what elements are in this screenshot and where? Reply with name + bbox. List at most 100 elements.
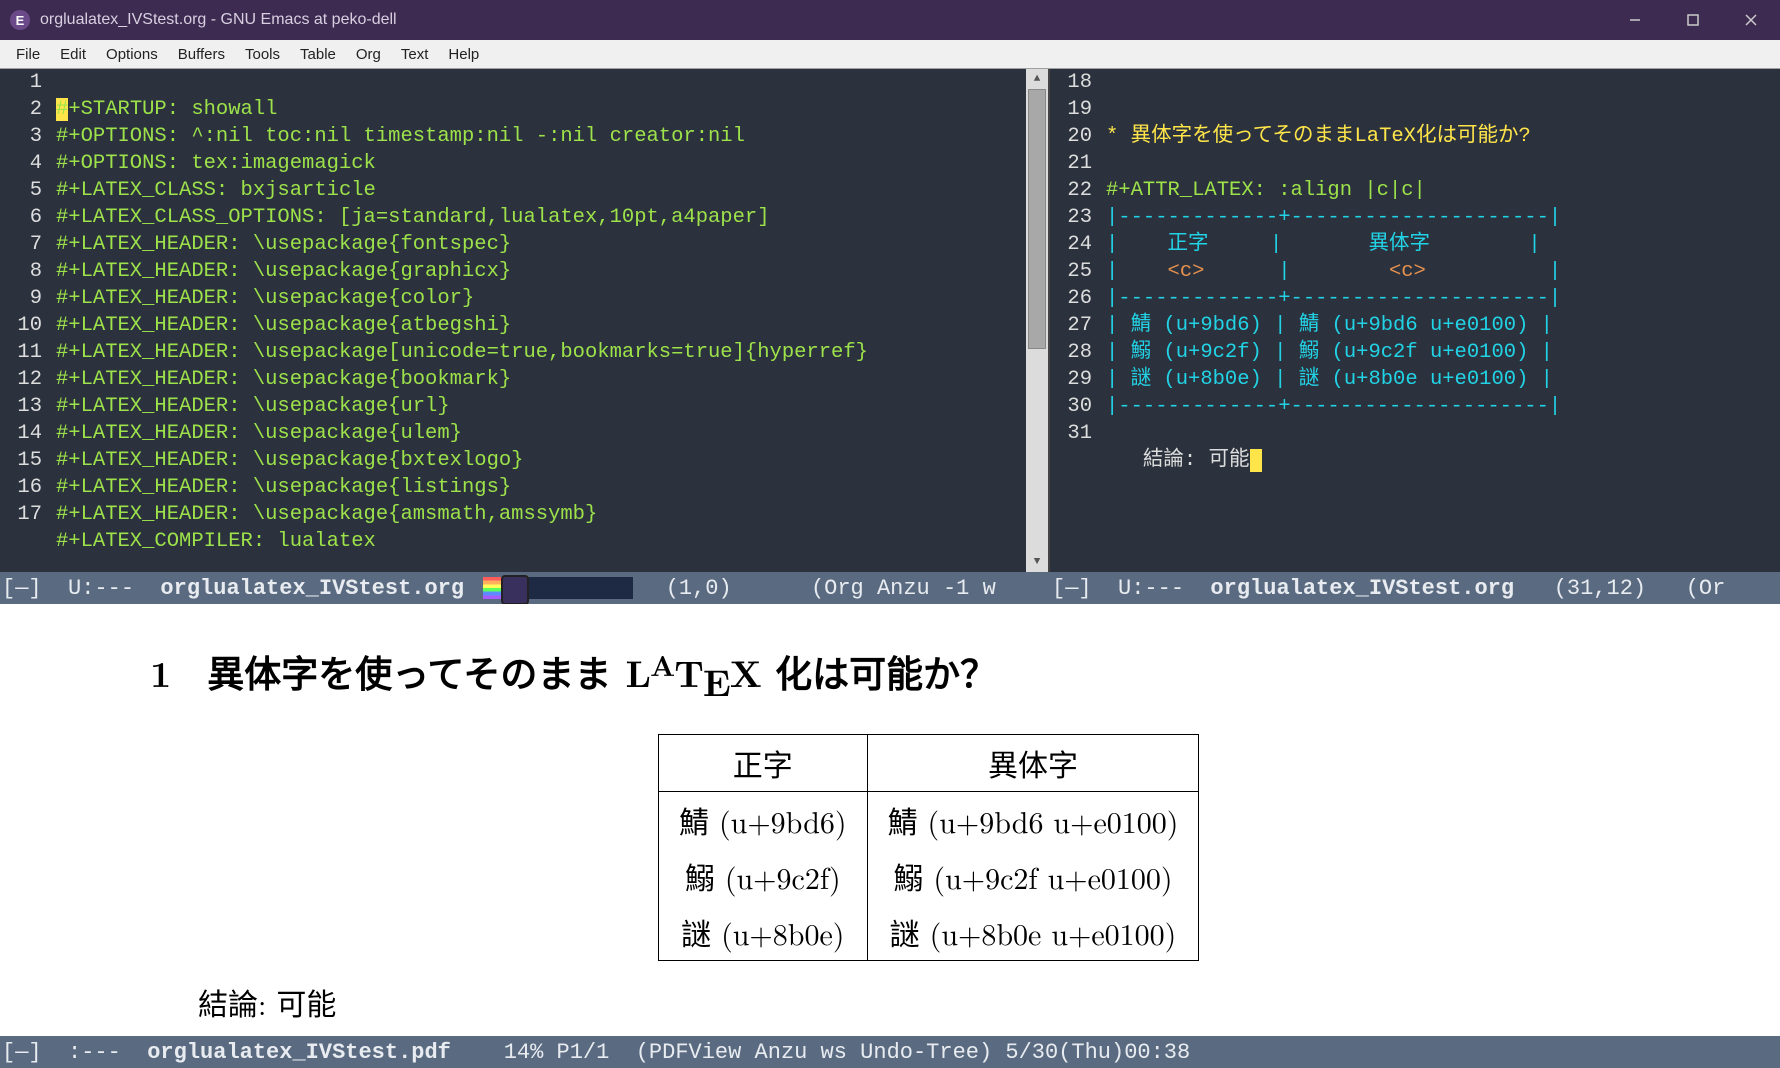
line-number: 30: [1050, 393, 1092, 420]
menu-file[interactable]: File: [6, 46, 50, 63]
scroll-thumb[interactable]: [1028, 89, 1046, 349]
code-line: #+OPTIONS: ^:nil toc:nil timestamp:nil -…: [56, 125, 745, 148]
menu-tools[interactable]: Tools: [235, 46, 290, 63]
modeline-filename: orglualatex_IVStest.org: [147, 576, 477, 601]
editor-text-left[interactable]: #+STARTUP: showall #+OPTIONS: ^:nil toc:…: [56, 69, 1026, 572]
menu-text[interactable]: Text: [391, 46, 439, 63]
table-row: 鰯 (u+9c2f)鰯 (u+9c2f u+e0100): [659, 848, 1199, 904]
code-line: [1106, 98, 1118, 121]
doc-heading: 1異体字を使ってそのまま LATEX 化は可能か？: [150, 644, 997, 698]
code-line: #+LATEX_HEADER: \usepackage{color}: [56, 287, 474, 310]
code-line: #+LATEX_HEADER: \usepackage{fontspec}: [56, 233, 511, 256]
code-line: #+LATEX_HEADER: \usepackage{bookmark}: [56, 368, 511, 391]
table-cell: 謎 (u+8b0e): [659, 904, 868, 961]
line-number: 3: [0, 123, 42, 150]
line-number: 8: [0, 258, 42, 285]
code-line: #+LATEX_HEADER: \usepackage{url}: [56, 395, 450, 418]
scroll-down-icon[interactable]: ▼: [1026, 552, 1048, 572]
line-number: 6: [0, 204, 42, 231]
modeline-pdf[interactable]: [—] :--- orglualatex_IVStest.pdf 14% P1/…: [0, 1036, 1780, 1068]
code-line: | 正字 | 異体字 |: [1106, 233, 1541, 256]
editor-pane-left[interactable]: 1 2 3 4 5 6 7 8 9 10 11 12 13 14 15 16 1…: [0, 69, 1050, 572]
code-line: | 鯖 (u+9bd6) | 鯖 (u+9bd6 u+e0100) |: [1106, 314, 1553, 337]
doc-conclusion: 結論: 可能: [198, 980, 336, 1024]
line-number: 16: [0, 474, 42, 501]
line-number: 4: [0, 150, 42, 177]
line-number: 9: [0, 285, 42, 312]
code-line: 結論: 可能: [1106, 449, 1262, 472]
line-number: 29: [1050, 366, 1092, 393]
scrollbar-left[interactable]: ▲ ▼: [1026, 69, 1048, 572]
editor-pane-right[interactable]: 18 19 20 21 22 23 24 25 26 27 28 29 30 3…: [1050, 69, 1780, 572]
code-line: #+LATEX_HEADER: \usepackage{bxtexlogo}: [56, 449, 523, 472]
code-line: #+LATEX_CLASS: bxjsarticle: [56, 179, 376, 202]
menu-org[interactable]: Org: [346, 46, 391, 63]
table-row: 謎 (u+8b0e)謎 (u+8b0e u+e0100): [659, 904, 1199, 961]
line-number: 15: [0, 447, 42, 474]
nyan-progress-icon: [483, 577, 633, 599]
line-number-gutter: 18 19 20 21 22 23 24 25 26 27 28 29 30 3…: [1050, 69, 1100, 572]
modeline-position: (31,12): [1527, 576, 1685, 601]
modeline-status: [—] U:---: [2, 576, 147, 601]
doc-table: 正字 異体字 鯖 (u+9bd6)鯖 (u+9bd6 u+e0100) 鰯 (u…: [658, 734, 1199, 961]
code-line: #+STARTUP: showall: [56, 98, 277, 121]
line-number: 27: [1050, 312, 1092, 339]
line-number: 1: [0, 69, 42, 96]
menubar: File Edit Options Buffers Tools Table Or…: [0, 40, 1780, 69]
minimize-button[interactable]: [1606, 0, 1664, 40]
maximize-button[interactable]: [1664, 0, 1722, 40]
emacs-app-icon: E: [10, 10, 30, 30]
window-titlebar: E orglualatex_IVStest.org - GNU Emacs at…: [0, 0, 1780, 40]
line-number: 26: [1050, 285, 1092, 312]
modeline-status: [—] :---: [2, 1040, 134, 1065]
menu-table[interactable]: Table: [290, 46, 346, 63]
modeline-mode: 14% P1/1 (PDFView Anzu ws Undo-Tree) 5/3…: [464, 1040, 1190, 1065]
line-number: 14: [0, 420, 42, 447]
modeline-right[interactable]: [—] U:--- orglualatex_IVStest.org (31,12…: [1050, 572, 1780, 604]
window-title: orglualatex_IVStest.org - GNU Emacs at p…: [40, 11, 397, 29]
line-number: 2: [0, 96, 42, 123]
latex-logo-icon: LATEX: [626, 645, 761, 698]
editor-text-right[interactable]: * 異体字を使ってそのままLaTeX化は可能か? #+ATTR_LATEX: :…: [1106, 69, 1758, 572]
line-number: 22: [1050, 177, 1092, 204]
menu-options[interactable]: Options: [96, 46, 168, 63]
code-line: [1106, 152, 1118, 175]
table-cell: 鰯 (u+9c2f u+e0100): [867, 848, 1199, 904]
code-line: |-------------+---------------------|: [1106, 206, 1561, 229]
close-button[interactable]: [1722, 0, 1780, 40]
modeline-mode: (Org Anzu -1 w: [811, 576, 996, 601]
line-number: 11: [0, 339, 42, 366]
code-line: #+ATTR_LATEX: :align |c|c|: [1106, 179, 1426, 202]
code-line: | 鰯 (u+9c2f) | 鰯 (u+9c2f u+e0100) |: [1106, 341, 1553, 364]
menu-buffers[interactable]: Buffers: [168, 46, 235, 63]
menu-help[interactable]: Help: [438, 46, 489, 63]
table-cell: 鯖 (u+9bd6): [659, 792, 868, 849]
line-number: 13: [0, 393, 42, 420]
doc-heading-text: 化は可能か？: [761, 645, 997, 698]
code-line: #+OPTIONS: tex:imagemagick: [56, 152, 376, 175]
pdf-view-pane[interactable]: 1異体字を使ってそのまま LATEX 化は可能か？ 正字 異体字 鯖 (u+9b…: [0, 604, 1780, 1036]
line-number: 19: [1050, 96, 1092, 123]
line-number: 23: [1050, 204, 1092, 231]
table-cell: 鯖 (u+9bd6 u+e0100): [867, 792, 1199, 849]
line-number: 10: [0, 312, 42, 339]
line-number: 7: [0, 231, 42, 258]
table-header: 正字: [659, 735, 868, 792]
code-line: #+LATEX_HEADER: \usepackage{graphicx}: [56, 260, 511, 283]
modeline-filename: orglualatex_IVStest.org: [1197, 576, 1527, 601]
line-number: 25: [1050, 258, 1092, 285]
code-line: #+LATEX_HEADER: \usepackage[unicode=true…: [56, 341, 868, 364]
code-line: #+LATEX_HEADER: \usepackage{listings}: [56, 476, 511, 499]
code-line: |-------------+---------------------|: [1106, 395, 1561, 418]
line-number: 18: [1050, 69, 1092, 96]
line-number: 21: [1050, 150, 1092, 177]
doc-heading-text: 異体字を使ってそのまま: [207, 645, 625, 698]
scroll-up-icon[interactable]: ▲: [1026, 69, 1048, 89]
code-line: * 異体字を使ってそのままLaTeX化は可能か?: [1106, 125, 1531, 148]
modeline-status: [—] U:---: [1052, 576, 1197, 601]
menu-edit[interactable]: Edit: [50, 46, 96, 63]
line-number-gutter: 1 2 3 4 5 6 7 8 9 10 11 12 13 14 15 16 1…: [0, 69, 50, 572]
modeline-left[interactable]: [—] U:--- orglualatex_IVStest.org (1,0) …: [0, 572, 1050, 604]
code-line: [1106, 422, 1118, 445]
code-line: | 謎 (u+8b0e) | 謎 (u+8b0e u+e0100) |: [1106, 368, 1553, 391]
